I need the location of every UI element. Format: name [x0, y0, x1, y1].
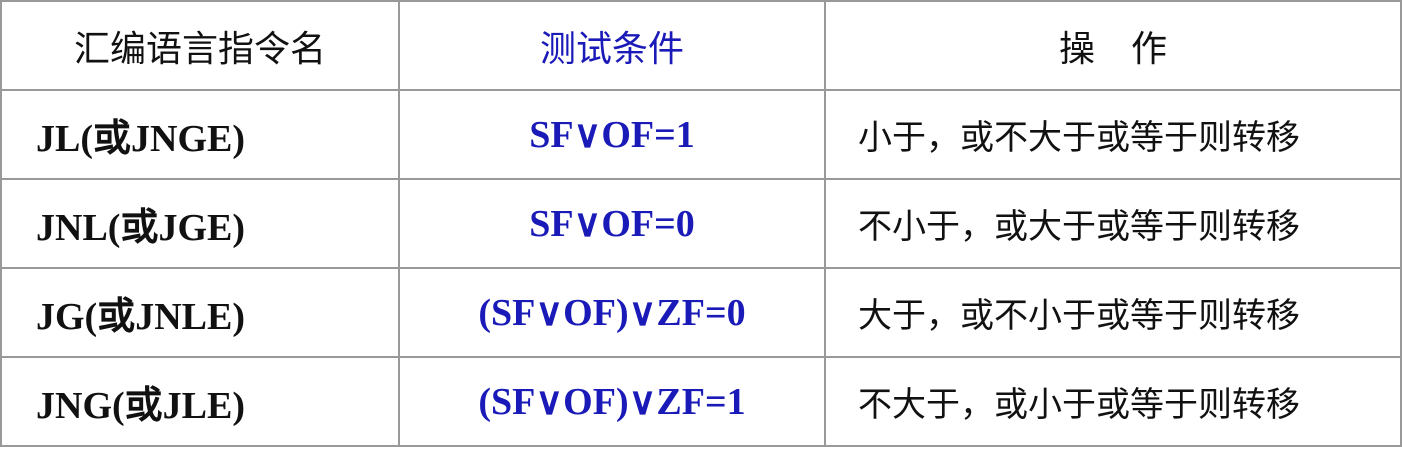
table-row: JL(或JNGE) SF∨OF=1 小于，或不大于或等于则转移: [0, 89, 1402, 180]
operation-cell: 不大于，或小于或等于则转移: [824, 356, 1402, 447]
header-test-condition: 测试条件: [398, 0, 826, 91]
condition-cell: (SF∨OF)∨ZF=0: [398, 267, 826, 358]
operation-cell: 不小于，或大于或等于则转移: [824, 178, 1402, 269]
table-row: JNL(或JGE) SF∨OF=0 不小于，或大于或等于则转移: [0, 178, 1402, 269]
operation-cell: 大于，或不小于或等于则转移: [824, 267, 1402, 358]
table-row: JG(或JNLE) (SF∨OF)∨ZF=0 大于，或不小于或等于则转移: [0, 267, 1402, 358]
instruction-cell: JNG(或JLE): [0, 356, 400, 447]
header-instruction-name: 汇编语言指令名: [0, 0, 400, 91]
condition-cell: SF∨OF=0: [398, 178, 826, 269]
operation-cell: 小于，或不大于或等于则转移: [824, 89, 1402, 180]
condition-cell: (SF∨OF)∨ZF=1: [398, 356, 826, 447]
condition-cell: SF∨OF=1: [398, 89, 826, 180]
instruction-table-container: 汇编语言指令名 测试条件 操 作 JL(或JNGE) SF∨OF=1 小于，或不…: [0, 0, 1402, 455]
table-row: JNG(或JLE) (SF∨OF)∨ZF=1 不大于，或小于或等于则转移: [0, 356, 1402, 447]
table-header-row: 汇编语言指令名 测试条件 操 作: [0, 0, 1402, 91]
header-operation: 操 作: [824, 0, 1402, 91]
instruction-cell: JL(或JNGE): [0, 89, 400, 180]
instruction-cell: JG(或JNLE): [0, 267, 400, 358]
conditional-jump-table: 汇编语言指令名 测试条件 操 作 JL(或JNGE) SF∨OF=1 小于，或不…: [0, 0, 1402, 447]
instruction-cell: JNL(或JGE): [0, 178, 400, 269]
